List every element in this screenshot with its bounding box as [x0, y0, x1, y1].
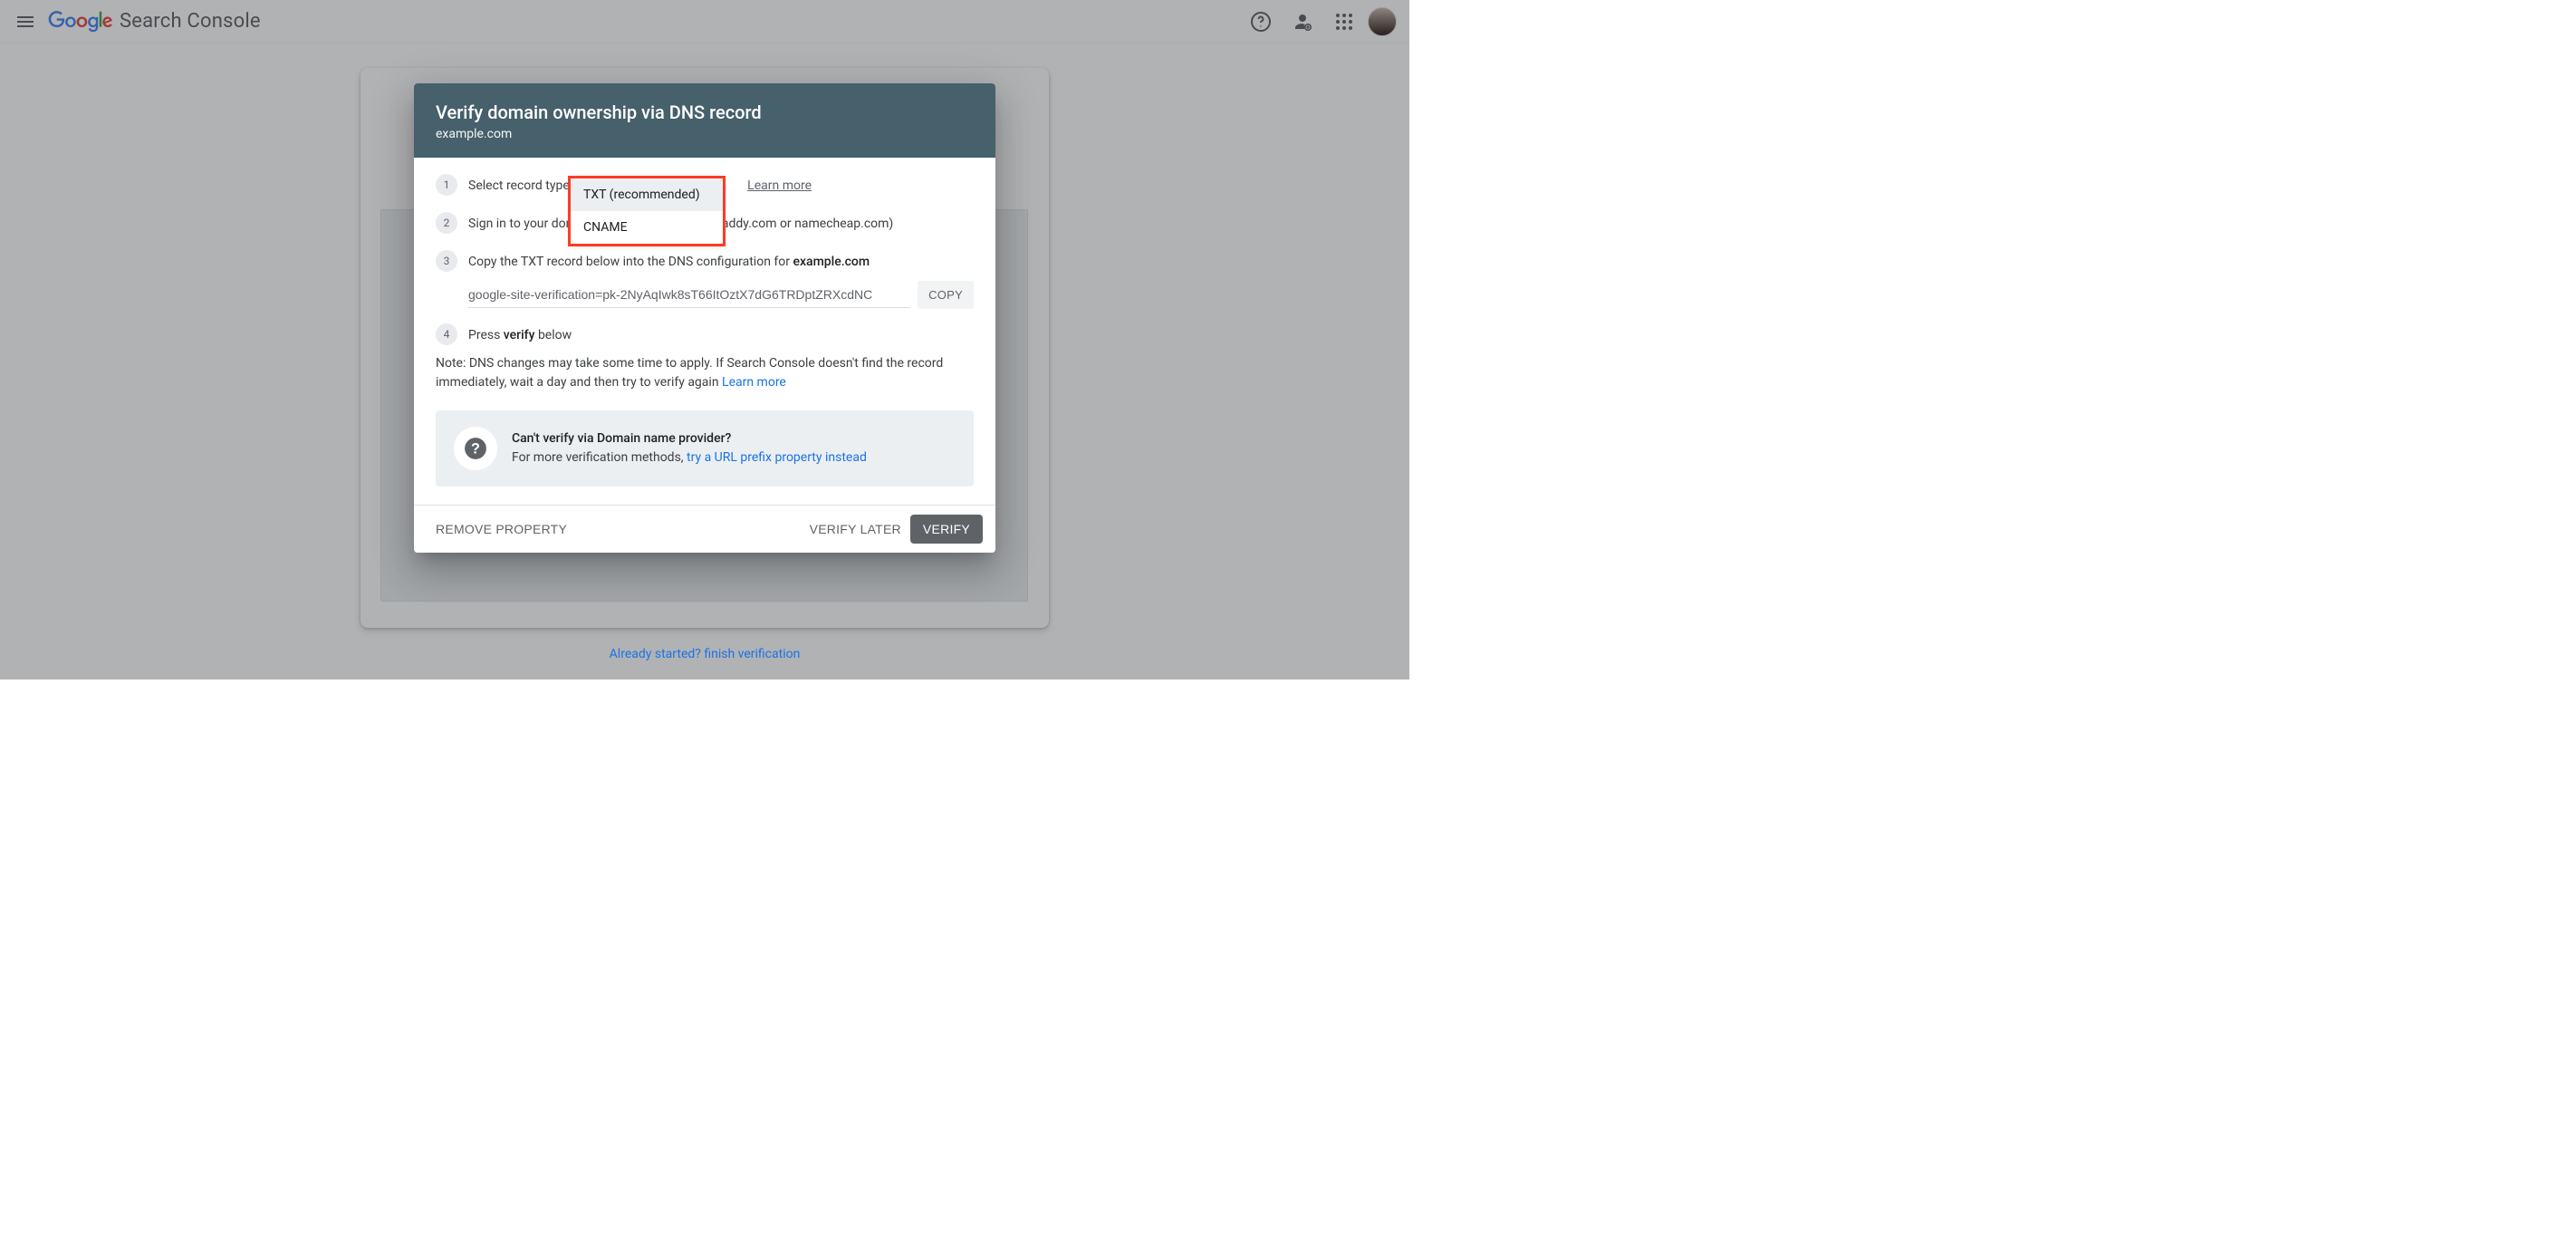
step-3: 3 Copy the TXT record below into the DNS…: [436, 250, 974, 272]
remove-property-button[interactable]: REMOVE PROPERTY: [427, 515, 576, 544]
step-3-num: 3: [436, 250, 457, 272]
step-4-prefix: Press: [468, 328, 504, 342]
step-4-verify: verify: [504, 328, 535, 342]
learn-more-link[interactable]: Learn more: [747, 177, 812, 196]
step-3-domain: example.com: [793, 255, 870, 269]
step-1-num: 1: [436, 174, 457, 196]
verify-modal: Verify domain ownership via DNS record e…: [414, 83, 995, 553]
step-4-num: 4: [436, 323, 457, 345]
dropdown-option-cname[interactable]: CNAME: [571, 211, 723, 244]
dropdown-option-txt[interactable]: TXT (recommended): [571, 178, 723, 211]
callout-title: Can't verify via Domain name provider?: [512, 429, 867, 448]
callout-line2: For more verification methods,: [512, 450, 687, 465]
modal-actions: REMOVE PROPERTY VERIFY LATER VERIFY: [414, 505, 995, 553]
modal-header: Verify domain ownership via DNS record e…: [414, 83, 995, 158]
modal-title: Verify domain ownership via DNS record: [436, 101, 974, 123]
step-1-label: Select record type:: [468, 177, 572, 196]
finish-verification-link[interactable]: Already started? finish verification: [610, 647, 801, 661]
txt-record-field[interactable]: [468, 282, 910, 308]
modal-domain: example.com: [436, 127, 974, 141]
footer-link-row: Already started? finish verification: [0, 647, 1409, 661]
note-learn-more-link[interactable]: Learn more: [722, 375, 786, 390]
cant-verify-callout: ? Can't verify via Domain name provider?…: [436, 410, 974, 487]
svg-text:?: ?: [471, 440, 480, 457]
step-4: 4 Press verify below: [436, 323, 974, 345]
help-circle-icon: ?: [454, 427, 497, 470]
verify-later-button[interactable]: VERIFY LATER: [801, 515, 910, 544]
verify-button[interactable]: VERIFY: [910, 515, 983, 544]
step-2-num: 2: [436, 212, 457, 234]
step-3-text: Copy the TXT record below into the DNS c…: [468, 255, 793, 269]
dns-note: Note: DNS changes may take some time to …: [436, 354, 974, 392]
step-2-text-prefix: Sign in to your dom: [468, 217, 577, 231]
url-prefix-link[interactable]: try a URL prefix property instead: [687, 450, 867, 465]
step-2-text-suffix: addy.com or namecheap.com): [722, 217, 893, 231]
record-type-dropdown[interactable]: TXT (recommended) CNAME: [571, 178, 723, 244]
step-4-suffix: below: [534, 328, 572, 342]
copy-button[interactable]: COPY: [918, 281, 974, 309]
